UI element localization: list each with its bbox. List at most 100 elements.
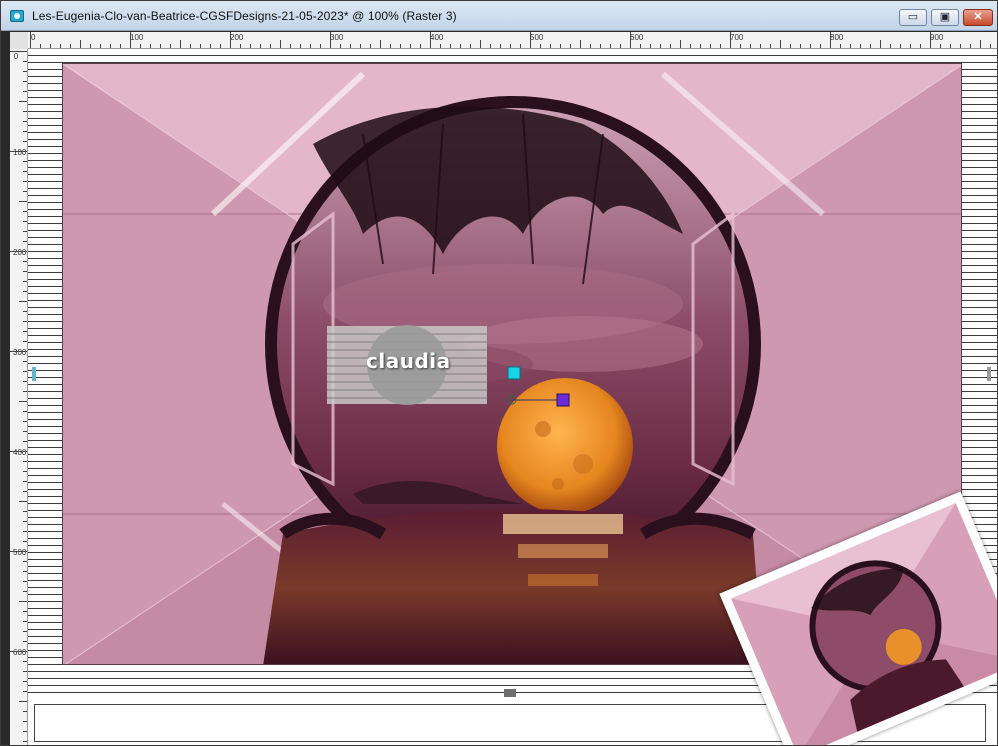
ruler-tick <box>540 44 541 48</box>
ruler-tick <box>270 44 271 48</box>
ruler-tick <box>23 71 27 72</box>
title-bar[interactable]: Les-Eugenia-Clo-van-Beatrice-CGSFDesigns… <box>1 1 997 31</box>
ruler-tick <box>23 371 27 372</box>
ruler-tick <box>23 441 27 442</box>
ruler-tick <box>90 44 91 48</box>
ruler-tick <box>950 44 951 48</box>
right-scroll-handle[interactable] <box>987 367 991 381</box>
ruler-top-label: 900 <box>930 33 944 42</box>
ruler-tick <box>19 401 27 402</box>
ruler-top-label: 300 <box>330 33 344 42</box>
ruler-top-label: 0 <box>31 33 36 42</box>
ruler-tick <box>23 111 27 112</box>
ruler-tick <box>790 44 791 48</box>
ruler-tick <box>780 40 781 48</box>
ruler-tick <box>23 81 27 82</box>
left-scroll-handle[interactable] <box>32 367 36 381</box>
ruler-tick <box>970 44 971 48</box>
ruler-tick <box>720 44 721 48</box>
ruler-tick <box>250 44 251 48</box>
maximize-button[interactable]: ▣ <box>931 9 959 26</box>
ruler-tick <box>80 40 81 48</box>
ruler-tick <box>23 541 27 542</box>
ruler-tick <box>180 40 181 48</box>
ruler-tick <box>23 221 27 222</box>
ruler-tick <box>23 681 27 682</box>
ruler-tick <box>800 44 801 48</box>
ruler-top-label: 200 <box>230 33 244 42</box>
ruler-tick <box>23 661 27 662</box>
ruler-tick <box>390 44 391 48</box>
ruler-tick <box>550 44 551 48</box>
ruler-tick <box>130 32 131 48</box>
ruler-tick <box>710 44 711 48</box>
ruler-tick <box>23 411 27 412</box>
ruler-top-label: 600 <box>630 33 644 42</box>
ruler-tick <box>420 44 421 48</box>
ruler-tick <box>480 40 481 48</box>
ruler-tick <box>340 44 341 48</box>
ruler-tick <box>160 44 161 48</box>
close-icon: ✕ <box>973 11 983 23</box>
ruler-tick <box>310 44 311 48</box>
ruler-top-label: 400 <box>430 33 444 42</box>
ruler-tick <box>700 44 701 48</box>
minimize-button[interactable]: ▭ <box>899 9 927 26</box>
ruler-tick <box>430 32 431 48</box>
ruler-tick <box>760 44 761 48</box>
ruler-tick <box>23 521 27 522</box>
ruler-tick <box>23 311 27 312</box>
ruler-tick <box>450 44 451 48</box>
ruler-tick <box>70 44 71 48</box>
ruler-tick <box>23 571 27 572</box>
ruler-tick <box>10 51 27 52</box>
ruler-tick <box>590 44 591 48</box>
ruler-tick <box>23 431 27 432</box>
bottom-scroll-handle[interactable] <box>504 689 516 697</box>
ruler-tick <box>400 44 401 48</box>
ruler-tick <box>23 261 27 262</box>
ruler-tick <box>23 281 27 282</box>
ruler-tick <box>19 701 27 702</box>
ruler-tick <box>23 461 27 462</box>
ruler-tick <box>19 501 27 502</box>
ruler-tick <box>600 44 601 48</box>
ruler-tick <box>23 191 27 192</box>
ruler-tick <box>190 44 191 48</box>
ruler-tick <box>880 40 881 48</box>
ruler-tick <box>40 44 41 48</box>
app-icon <box>10 10 24 22</box>
ruler-tick <box>820 44 821 48</box>
ruler-tick <box>30 32 31 48</box>
close-button[interactable]: ✕ <box>963 9 993 26</box>
window-title: Les-Eugenia-Clo-van-Beatrice-CGSFDesigns… <box>32 9 457 23</box>
ruler-tick <box>240 44 241 48</box>
ruler-tick <box>10 551 27 552</box>
vertical-ruler[interactable]: 0 100 200 300 400 500 600 <box>10 49 28 745</box>
ruler-tick <box>10 651 27 652</box>
ruler-tick <box>150 44 151 48</box>
ruler-tick <box>330 32 331 48</box>
ruler-tick <box>23 341 27 342</box>
ruler-tick <box>23 291 27 292</box>
ruler-tick <box>23 491 27 492</box>
ruler-tick <box>290 44 291 48</box>
ruler-tick <box>23 321 27 322</box>
ruler-tick <box>23 181 27 182</box>
ruler-tick <box>10 451 27 452</box>
ruler-tick <box>210 44 211 48</box>
maximize-icon: ▣ <box>939 11 951 23</box>
ruler-tick <box>60 44 61 48</box>
ruler-tick <box>23 531 27 532</box>
image-canvas[interactable]: claudia <box>28 49 997 745</box>
ruler-top-label: 800 <box>830 33 844 42</box>
horizontal-ruler[interactable]: 0 100 200 300 400 500 600 700 800 900 <box>28 32 997 49</box>
ruler-tick <box>23 471 27 472</box>
ruler-tick <box>23 271 27 272</box>
ruler-tick <box>360 44 361 48</box>
ruler-tick <box>580 40 581 48</box>
ruler-tick <box>23 481 27 482</box>
ruler-tick <box>900 44 901 48</box>
ruler-tick <box>23 561 27 562</box>
ruler-tick <box>490 44 491 48</box>
